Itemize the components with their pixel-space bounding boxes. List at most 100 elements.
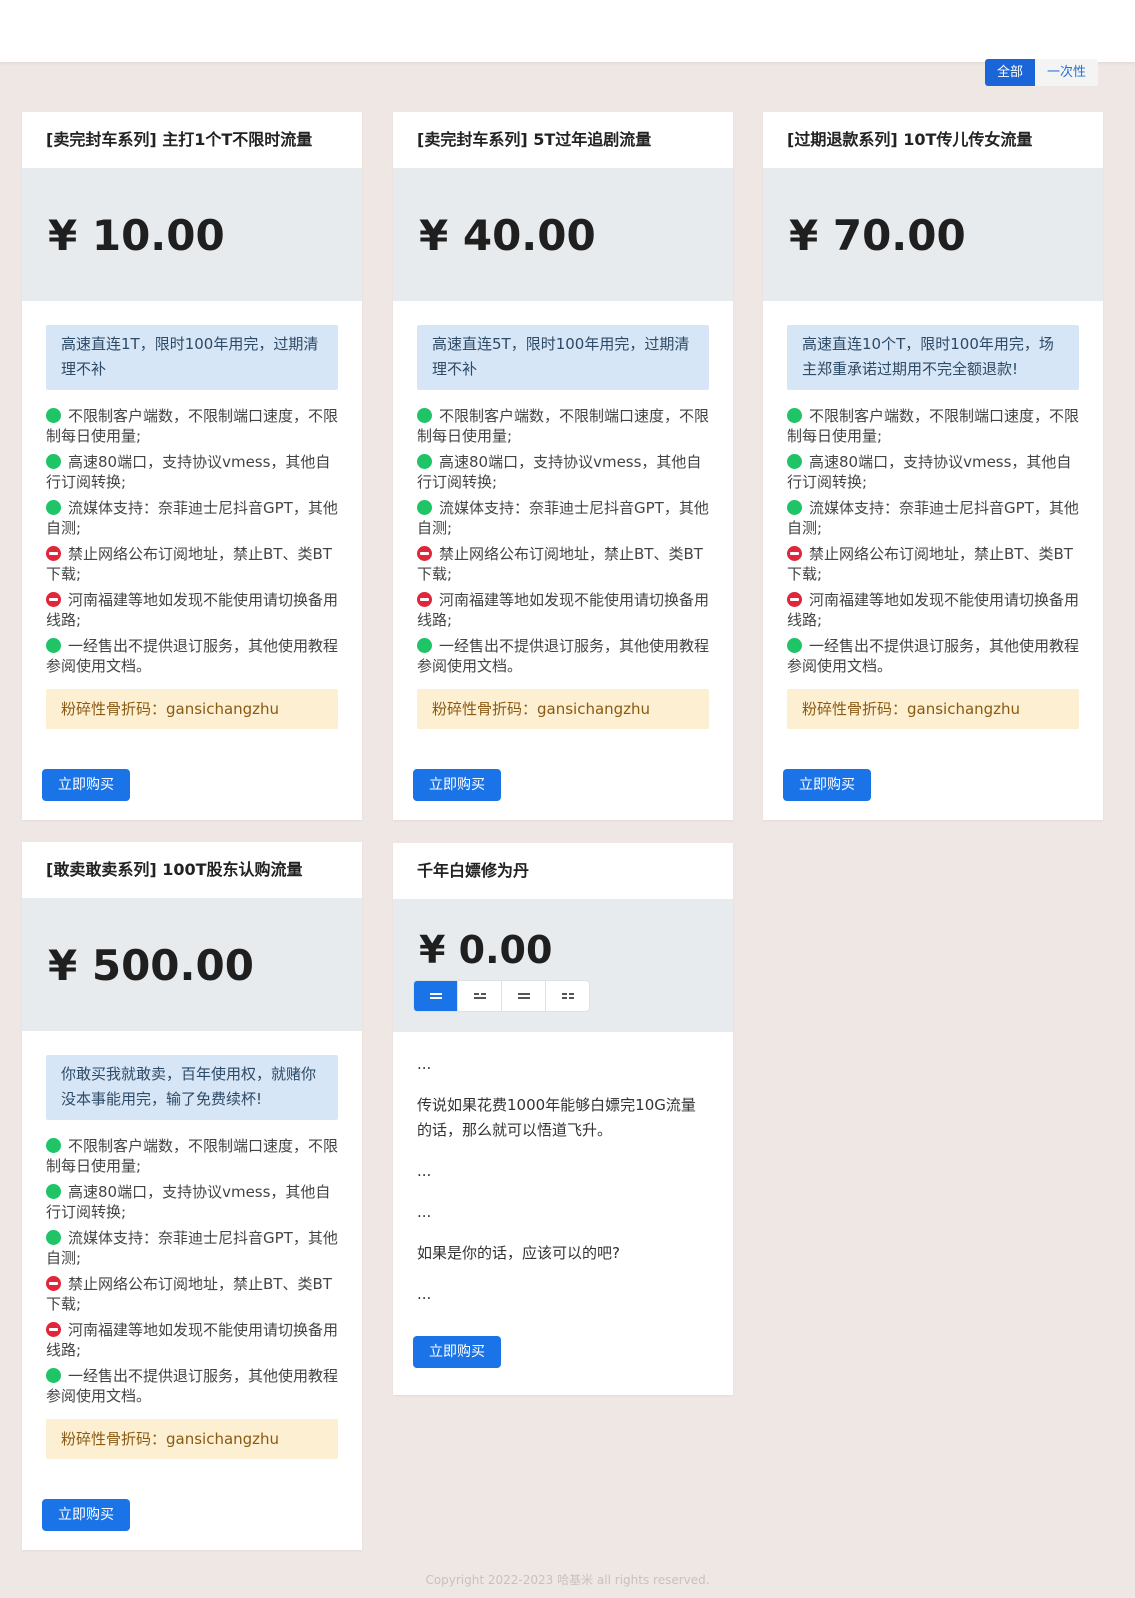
plan-price: ¥ 0.00 — [419, 928, 553, 972]
plan-card: [卖完封车系列] 主打1个T不限时流量 ¥ 10.00 高速直连1T，限时100年用… — [22, 112, 362, 820]
plan-title: [过期退款系列] 10T传儿传女流量 — [787, 130, 1033, 149]
feature-item: 一经售出不提供退订服务，其他使用教程参阅使用文档。 — [417, 636, 709, 676]
plan-title: 千年白嫖修为丹 — [417, 861, 530, 880]
coupon-code-box: 粉碎性骨折码：gansichangzhu — [417, 689, 709, 729]
check-circle-icon — [46, 1138, 61, 1153]
feature-text: 不限制客户端数，不限制端口速度，不限制每日使用量; — [417, 407, 710, 445]
no-entry-icon — [787, 546, 802, 561]
check-circle-icon — [46, 1230, 61, 1245]
plan-body: 你敢买我就敢卖，百年使用权，就赌你没本事能用完，输了免费续杯! 不限制客户端数，不… — [22, 1031, 362, 1459]
plan-info-box: 高速直连10个T，限时100年用完，场主郑重承诺过期用不完全额退款! — [787, 325, 1079, 390]
no-entry-icon — [46, 592, 61, 607]
feature-text: 一经售出不提供退订服务，其他使用教程参阅使用文档。 — [46, 637, 339, 675]
no-entry-icon — [46, 546, 61, 561]
feature-item: 高速80端口，支持协议vmess，其他自行订阅转换; — [787, 452, 1079, 492]
feature-text: 流媒体支持：奈菲迪士尼抖音GPT，其他自测; — [46, 1229, 338, 1267]
no-entry-icon — [787, 592, 802, 607]
buy-now-button[interactable]: 立即购买 — [413, 1336, 501, 1368]
feature-text: 一经售出不提供退订服务，其他使用教程参阅使用文档。 — [787, 637, 1080, 675]
feature-text: 禁止网络公布订阅地址，禁止BT、类BT下载; — [46, 545, 332, 583]
plan-card: [过期退款系列] 10T传儿传女流量 ¥ 70.00 高速直连10个T，限时100年… — [763, 112, 1103, 820]
feature-item: 禁止网络公布订阅地址，禁止BT、类BT下载; — [417, 544, 709, 584]
buy-now-button[interactable]: 立即购买 — [783, 769, 871, 801]
period-option-2[interactable] — [457, 981, 501, 1011]
feature-text: 流媒体支持：奈菲迪士尼抖音GPT，其他自测; — [787, 499, 1079, 537]
feature-text: 河南福建等地如发现不能使用请切换备用线路; — [46, 591, 339, 629]
price-area: ¥ 70.00 — [763, 168, 1103, 301]
coupon-code-box: 粉碎性骨折码：gansichangzhu — [787, 689, 1079, 729]
feature-item: 河南福建等地如发现不能使用请切换备用线路; — [46, 590, 338, 630]
feature-item: 不限制客户端数，不限制端口速度，不限制每日使用量; — [46, 406, 338, 446]
check-circle-icon — [787, 454, 802, 469]
period-option-1[interactable] — [414, 981, 457, 1011]
feature-text: 一经售出不提供退订服务，其他使用教程参阅使用文档。 — [46, 1367, 339, 1405]
plan-card-free: 千年白嫖修为丹 ¥ 0.00 ... 传说如果花费1000年能够白嫖完10G流量… — [393, 843, 733, 1395]
feature-text: 禁止网络公布订阅地址，禁止BT、类BT下载; — [417, 545, 703, 583]
period-option-4[interactable] — [545, 981, 589, 1011]
feature-item: 一经售出不提供退订服务，其他使用教程参阅使用文档。 — [787, 636, 1079, 676]
plan-price: ¥ 70.00 — [789, 211, 966, 260]
plan-title: [卖完封车系列] 5T过年追剧流量 — [417, 130, 652, 149]
price-area: ¥ 10.00 — [22, 168, 362, 301]
plan-card: [敢卖敢卖系列] 100T股东认购流量 ¥ 500.00 你敢买我就敢卖，百年使用权… — [22, 842, 362, 1550]
feature-item: 一经售出不提供退订服务，其他使用教程参阅使用文档。 — [46, 1366, 338, 1406]
copyright-footer: Copyright 2022-2023 哈基米 all rights reser… — [425, 1573, 710, 1587]
feature-list: 不限制客户端数，不限制端口速度，不限制每日使用量; 高速80端口，支持协议vmes… — [46, 406, 338, 676]
plan-title: [敢卖敢卖系列] 100T股东认购流量 — [46, 860, 303, 879]
period-4-icon — [561, 992, 574, 1000]
feature-item: 流媒体支持：奈菲迪士尼抖音GPT，其他自测; — [46, 498, 338, 538]
plan-body: 高速直连5T，限时100年用完，过期清理不补 不限制客户端数，不限制端口速度，不限… — [393, 301, 733, 729]
top-navbar — [0, 0, 1135, 62]
price-area: ¥ 500.00 — [22, 898, 362, 1031]
coupon-code-box: 粉碎性骨折码：gansichangzhu — [46, 689, 338, 729]
check-circle-icon — [417, 638, 432, 653]
description-paragraph: 如果是你的话，应该可以的吧? — [417, 1244, 620, 1262]
feature-text: 河南福建等地如发现不能使用请切换备用线路; — [417, 591, 710, 629]
check-circle-icon — [417, 454, 432, 469]
no-entry-icon — [417, 546, 432, 561]
check-circle-icon — [46, 638, 61, 653]
period-3-icon — [517, 992, 530, 1000]
feature-text: 河南福建等地如发现不能使用请切换备用线路; — [46, 1321, 339, 1359]
check-circle-icon — [417, 500, 432, 515]
filter-all-button[interactable]: 全部 — [985, 59, 1036, 86]
no-entry-icon — [46, 1322, 61, 1337]
buy-now-button[interactable]: 立即购买 — [413, 769, 501, 801]
check-circle-icon — [46, 500, 61, 515]
period-2-icon — [473, 992, 486, 1000]
plan-title: [卖完封车系列] 主打1个T不限时流量 — [46, 130, 313, 149]
buy-now-button[interactable]: 立即购买 — [42, 769, 130, 801]
check-circle-icon — [417, 408, 432, 423]
plan-info-box: 高速直连1T，限时100年用完，过期清理不补 — [46, 325, 338, 390]
price-area: ¥ 40.00 — [393, 168, 733, 301]
feature-item: 高速80端口，支持协议vmess，其他自行订阅转换; — [46, 452, 338, 492]
feature-item: 不限制客户端数，不限制端口速度，不限制每日使用量; — [787, 406, 1079, 446]
feature-item: 禁止网络公布订阅地址，禁止BT、类BT下载; — [46, 1274, 338, 1314]
plan-price: ¥ 500.00 — [48, 941, 254, 990]
feature-item: 河南福建等地如发现不能使用请切换备用线路; — [787, 590, 1079, 630]
feature-item: 禁止网络公布订阅地址，禁止BT、类BT下载; — [787, 544, 1079, 584]
period-option-3[interactable] — [501, 981, 545, 1011]
check-circle-icon — [46, 454, 61, 469]
feature-item: 高速80端口，支持协议vmess，其他自行订阅转换; — [46, 1182, 338, 1222]
plan-card: [卖完封车系列] 5T过年追剧流量 ¥ 40.00 高速直连5T，限时100年用完，… — [393, 112, 733, 820]
feature-item: 流媒体支持：奈菲迪士尼抖音GPT，其他自测; — [46, 1228, 338, 1268]
coupon-code-box: 粉碎性骨折码：gansichangzhu — [46, 1419, 338, 1459]
no-entry-icon — [417, 592, 432, 607]
period-segment-control — [413, 980, 590, 1012]
feature-item: 一经售出不提供退订服务，其他使用教程参阅使用文档。 — [46, 636, 338, 676]
feature-text: 高速80端口，支持协议vmess，其他自行订阅转换; — [46, 1183, 331, 1221]
feature-text: 禁止网络公布订阅地址，禁止BT、类BT下载; — [787, 545, 1073, 583]
description-paragraph: ... — [417, 1162, 432, 1180]
feature-list: 不限制客户端数，不限制端口速度，不限制每日使用量; 高速80端口，支持协议vmes… — [787, 406, 1079, 676]
check-circle-icon — [46, 408, 61, 423]
feature-item: 流媒体支持：奈菲迪士尼抖音GPT，其他自测; — [787, 498, 1079, 538]
description-paragraph: ... — [417, 1203, 432, 1221]
buy-now-button[interactable]: 立即购买 — [42, 1499, 130, 1531]
check-circle-icon — [787, 638, 802, 653]
feature-text: 河南福建等地如发现不能使用请切换备用线路; — [787, 591, 1080, 629]
feature-item: 流媒体支持：奈菲迪士尼抖音GPT，其他自测; — [417, 498, 709, 538]
filter-onetime-button[interactable]: 一次性 — [1035, 59, 1099, 86]
description-paragraph: ... — [417, 1055, 432, 1073]
feature-item: 不限制客户端数，不限制端口速度，不限制每日使用量; — [417, 406, 709, 446]
